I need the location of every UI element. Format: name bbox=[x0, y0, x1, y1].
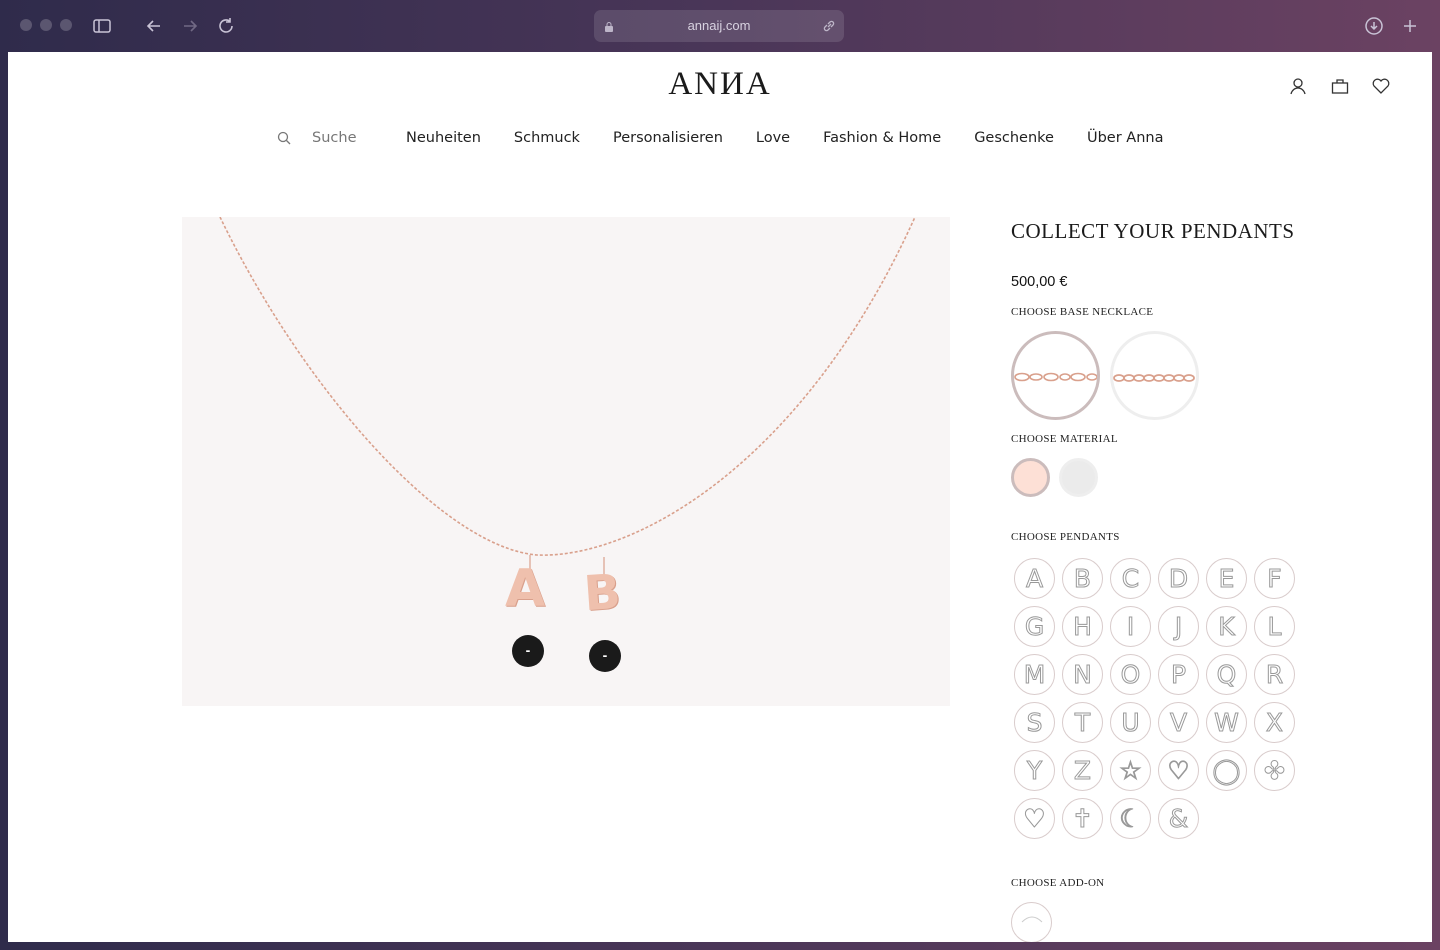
pendant-option[interactable]: L bbox=[1254, 606, 1295, 647]
link-icon[interactable] bbox=[822, 19, 836, 33]
nav-item-fashion-home[interactable]: Fashion & Home bbox=[823, 130, 941, 146]
pendant-option[interactable]: B bbox=[1062, 558, 1103, 599]
pendant-option[interactable]: ✤ bbox=[1254, 750, 1295, 791]
addon-ring-icon bbox=[1021, 916, 1042, 922]
search-icon bbox=[277, 131, 290, 145]
address-bar[interactable]: annaij.com bbox=[594, 10, 844, 42]
remove-pendant-b-button[interactable]: - bbox=[589, 640, 621, 672]
base-necklace-option-2[interactable] bbox=[1110, 331, 1199, 420]
pendant-option[interactable]: ☾ bbox=[1110, 798, 1151, 839]
lock-icon bbox=[605, 22, 613, 32]
necklace-image bbox=[219, 217, 916, 575]
back-icon[interactable] bbox=[143, 15, 165, 37]
product-title: COLLECT YOUR PENDANTS bbox=[1011, 219, 1295, 243]
browser-toolbar: annaij.com bbox=[0, 0, 1440, 52]
base-necklace-label: CHOOSE BASE NECKLACE bbox=[1011, 306, 1154, 318]
pendant-option[interactable]: & bbox=[1158, 798, 1199, 839]
pendant-option[interactable]: K bbox=[1206, 606, 1247, 647]
sidebar-icon[interactable] bbox=[91, 15, 113, 37]
nav-item-ueber-anna[interactable]: Über Anna bbox=[1087, 130, 1164, 146]
pendant-option[interactable]: V bbox=[1158, 702, 1199, 743]
pendant-option[interactable]: I bbox=[1110, 606, 1151, 647]
nav-search-label: Suche bbox=[312, 130, 357, 146]
product-preview: A B - - bbox=[182, 217, 950, 706]
logo[interactable]: ANИA bbox=[8, 66, 1432, 103]
pendant-option[interactable]: D bbox=[1158, 558, 1199, 599]
nav-item-love[interactable]: Love bbox=[756, 130, 790, 146]
nav-item-schmuck[interactable]: Schmuck bbox=[514, 130, 580, 146]
pendant-option[interactable]: ◯ bbox=[1206, 750, 1247, 791]
reload-icon[interactable] bbox=[215, 15, 237, 37]
chain-thumbnail bbox=[1014, 372, 1097, 382]
nav-search[interactable]: Suche bbox=[277, 130, 373, 146]
pendant-option[interactable]: M bbox=[1014, 654, 1055, 695]
pendant-option[interactable]: Y bbox=[1014, 750, 1055, 791]
account-icon[interactable] bbox=[1288, 76, 1308, 96]
pendant-option[interactable]: U bbox=[1110, 702, 1151, 743]
forward-icon[interactable] bbox=[179, 15, 201, 37]
main-nav: Suche Neuheiten Schmuck Personalisieren … bbox=[8, 130, 1432, 146]
pendant-option[interactable]: Q bbox=[1206, 654, 1247, 695]
pendant-option[interactable]: ♥ bbox=[1014, 798, 1055, 839]
url-text: annaij.com bbox=[687, 18, 751, 33]
pendant-option[interactable]: E bbox=[1206, 558, 1247, 599]
addon-option[interactable] bbox=[1011, 902, 1052, 942]
pendants-label: CHOOSE PENDANTS bbox=[1011, 531, 1120, 543]
pendant-option[interactable]: N bbox=[1062, 654, 1103, 695]
pendant-option[interactable]: ♡ bbox=[1158, 750, 1199, 791]
pendant-option[interactable]: ☆ bbox=[1110, 750, 1151, 791]
pendant-a-preview: A bbox=[505, 559, 546, 619]
pendant-option[interactable]: P bbox=[1158, 654, 1199, 695]
nav-item-neuheiten[interactable]: Neuheiten bbox=[406, 130, 481, 146]
pendant-option[interactable]: X bbox=[1254, 702, 1295, 743]
minimize-window-button[interactable] bbox=[40, 19, 52, 31]
pendant-option[interactable]: H bbox=[1062, 606, 1103, 647]
pendant-option[interactable]: R bbox=[1254, 654, 1295, 695]
pendant-option[interactable]: C bbox=[1110, 558, 1151, 599]
pendant-option[interactable]: J bbox=[1158, 606, 1199, 647]
product-price: 500,00 € bbox=[1011, 274, 1068, 290]
download-icon[interactable] bbox=[1363, 15, 1385, 37]
chain-thumbnail bbox=[1113, 374, 1195, 382]
cart-icon[interactable] bbox=[1330, 76, 1350, 96]
web-page: ANИA Suche Neuheiten Schmuck Personalisi… bbox=[8, 52, 1432, 942]
pendant-option[interactable]: G bbox=[1014, 606, 1055, 647]
pendant-option[interactable]: S bbox=[1014, 702, 1055, 743]
pendant-option[interactable]: A bbox=[1014, 558, 1055, 599]
pendant-option[interactable]: F bbox=[1254, 558, 1295, 599]
wishlist-icon[interactable] bbox=[1371, 76, 1391, 96]
material-rose-gold[interactable] bbox=[1011, 458, 1050, 497]
material-label: CHOOSE MATERIAL bbox=[1011, 433, 1118, 445]
pendant-option[interactable]: ✝ bbox=[1062, 798, 1103, 839]
zoom-window-button[interactable] bbox=[60, 19, 72, 31]
remove-pendant-a-button[interactable]: - bbox=[512, 635, 544, 667]
addon-label: CHOOSE ADD-ON bbox=[1011, 877, 1105, 889]
nav-item-geschenke[interactable]: Geschenke bbox=[974, 130, 1054, 146]
base-necklace-option-1[interactable] bbox=[1011, 331, 1100, 420]
nav-item-personalisieren[interactable]: Personalisieren bbox=[613, 130, 723, 146]
new-tab-icon[interactable] bbox=[1399, 15, 1421, 37]
pendant-option[interactable]: O bbox=[1110, 654, 1151, 695]
pendant-option[interactable]: T bbox=[1062, 702, 1103, 743]
pendant-b-preview: B bbox=[582, 563, 623, 623]
close-window-button[interactable] bbox=[20, 19, 32, 31]
pendant-option[interactable]: Z bbox=[1062, 750, 1103, 791]
material-silver[interactable] bbox=[1059, 458, 1098, 497]
pendant-option[interactable]: W bbox=[1206, 702, 1247, 743]
